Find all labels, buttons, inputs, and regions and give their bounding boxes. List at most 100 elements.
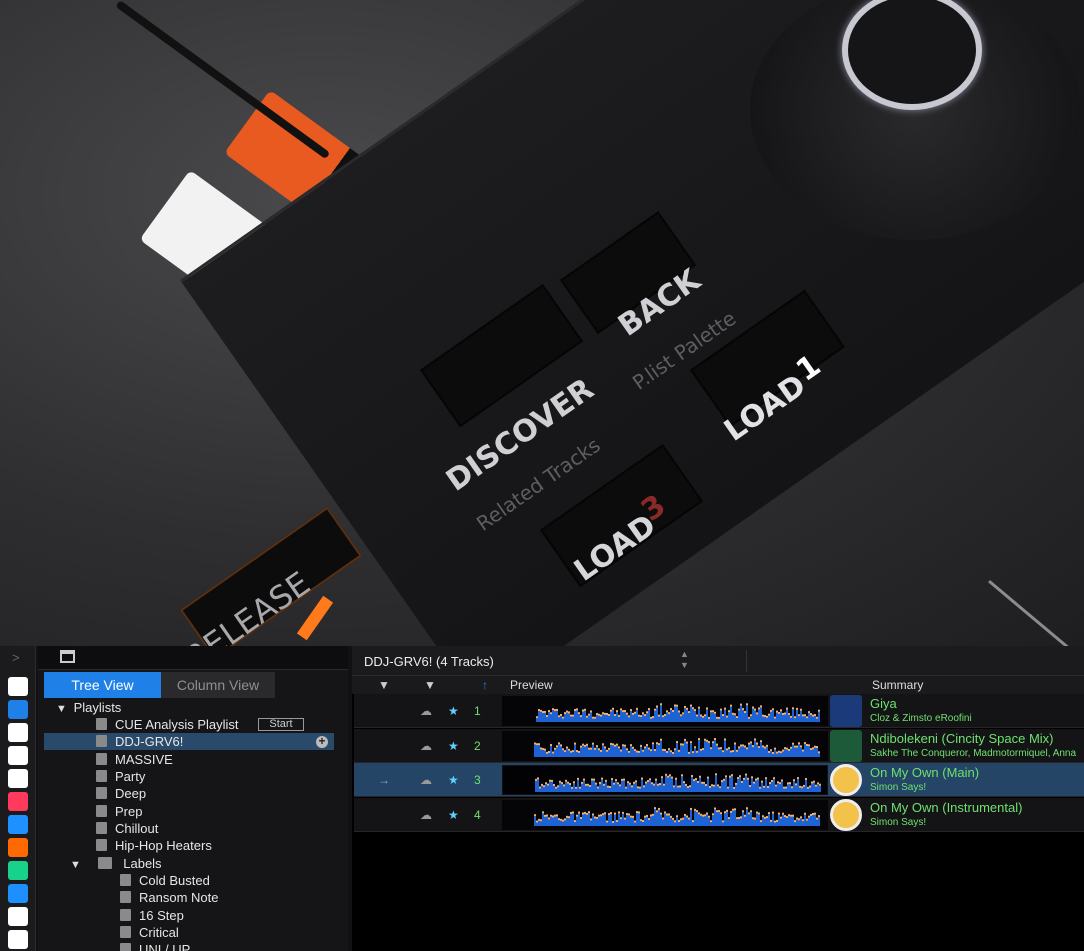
waveform-bar: [756, 813, 758, 826]
waveform-bar: [722, 751, 724, 757]
playlist-label: Chillout: [115, 820, 159, 836]
labels-folder[interactable]: ▼ Labels: [70, 855, 162, 872]
beatsource-icon[interactable]: [8, 861, 28, 880]
waveform-peak: [567, 781, 569, 784]
waveform-peak: [704, 714, 706, 717]
waveform-preview[interactable]: [502, 799, 828, 830]
waveform-peak: [556, 708, 558, 711]
waveform-bar: [724, 739, 726, 757]
waveform-peak: [646, 743, 648, 746]
expand-chevron-icon[interactable]: >: [12, 650, 20, 665]
track-row[interactable]: ☁ ★ 1 Giya Cloz & Zimsto eRoofini: [354, 694, 1084, 728]
track-row[interactable]: → ☁ ★ 3 On My Own (Main) Simon Says!: [354, 763, 1084, 797]
cloud-off-icon[interactable]: ☁: [420, 798, 432, 832]
cloud-off-icon[interactable]: ☁: [420, 763, 432, 797]
playlist-label: 16 Step: [139, 907, 184, 923]
tab-column-view[interactable]: Column View: [161, 672, 275, 698]
waveform-peak: [592, 812, 594, 815]
collapse-triangle-icon[interactable]: ▼: [56, 701, 70, 718]
cloud-off-icon[interactable]: ☁: [420, 729, 432, 763]
waveform-peak: [710, 710, 712, 713]
waveform-peak: [676, 740, 678, 743]
grid-icon[interactable]: [8, 769, 28, 788]
waveform-bar: [733, 788, 735, 792]
waveform-peak: [570, 714, 572, 717]
start-analysis-button[interactable]: Start: [258, 718, 304, 731]
collapse-triangle-icon[interactable]: ▼: [70, 857, 84, 874]
waveform-bar: [608, 814, 610, 826]
collection-icon[interactable]: [8, 700, 28, 719]
waveform-bar: [672, 711, 674, 722]
waveform-peak: [728, 816, 730, 819]
playlist-item[interactable]: Party: [96, 768, 145, 785]
waveform-bar: [817, 784, 819, 792]
waveform-bar: [561, 784, 563, 792]
link-icon[interactable]: [8, 723, 28, 742]
waveform-preview[interactable]: [502, 765, 828, 795]
add-icon[interactable]: +: [316, 735, 328, 748]
waveform-bar: [582, 745, 584, 757]
waveform-peak: [712, 740, 714, 743]
waveform-peak: [694, 709, 696, 712]
bookmark-icon[interactable]: [8, 677, 28, 696]
label-playlist-item[interactable]: 16 Step: [120, 907, 184, 924]
track-row[interactable]: ☁ ★ 4 On My Own (Instrumental) Simon Says!: [354, 797, 1084, 832]
col-preview[interactable]: Preview: [510, 676, 553, 694]
col-summary[interactable]: Summary: [872, 676, 923, 694]
waveform-peak: [803, 784, 805, 787]
streaming-icon[interactable]: [8, 815, 28, 834]
itunes-icon[interactable]: [8, 792, 28, 811]
playlist-item[interactable]: Prep: [96, 803, 142, 820]
waveform-peak: [574, 819, 576, 822]
waveform-bar: [551, 781, 553, 792]
waveform-bar: [536, 822, 538, 826]
waveform-bar: [818, 816, 820, 826]
sort-arrow-icon[interactable]: ↑: [482, 676, 488, 694]
window-icon[interactable]: [60, 650, 75, 663]
rating-star-icon[interactable]: ★: [448, 729, 459, 763]
beatport-icon[interactable]: [8, 884, 28, 903]
waveform-bar: [553, 786, 555, 792]
waveform-peak: [592, 742, 594, 745]
waveform-bar: [732, 714, 734, 722]
track-row[interactable]: ☁ ★ 2 Ndibolekeni (Cincity Space Mix) Sakhe …: [354, 728, 1084, 763]
playlist-item[interactable]: DDJ-GRV6!: [44, 733, 334, 751]
waveform-preview[interactable]: [502, 730, 828, 761]
waveform-peak: [770, 709, 772, 712]
rating-star-icon[interactable]: ★: [448, 694, 459, 728]
playlist-item[interactable]: MASSIVE: [96, 751, 173, 768]
explorer-icon[interactable]: [8, 746, 28, 765]
waveform-bar: [743, 779, 745, 792]
cloud-off-icon[interactable]: ☁: [420, 694, 432, 728]
waveform-bar: [756, 714, 758, 722]
label-playlist-item[interactable]: Critical: [120, 924, 179, 941]
waveform-peak: [716, 716, 718, 719]
waveform-bar: [697, 782, 699, 792]
soundcloud-icon[interactable]: [8, 838, 28, 857]
playlist-item[interactable]: CUE Analysis Playlist: [96, 716, 239, 733]
playlist-item[interactable]: Chillout: [96, 820, 158, 837]
playlist-item[interactable]: Hip-Hop Heaters: [96, 837, 212, 854]
filter-icon[interactable]: ▼: [378, 676, 390, 694]
waveform-peak: [657, 783, 659, 786]
label-playlist-item[interactable]: UNI / UP: [120, 941, 190, 951]
label-playlist-item[interactable]: Cold Busted: [120, 872, 210, 889]
label-playlist-item[interactable]: Ransom Note: [120, 889, 218, 906]
playlists-folder[interactable]: ▼ Playlists: [56, 699, 121, 716]
playlist-item[interactable]: Deep: [96, 785, 146, 802]
filter-icon-2[interactable]: ▼: [424, 676, 436, 694]
waveform-peak: [818, 814, 820, 817]
waveform-peak: [540, 818, 542, 821]
sort-updown-icon[interactable]: ▲ ▼: [680, 649, 689, 671]
tab-tree-view[interactable]: Tree View: [44, 672, 161, 698]
waveform-bar: [740, 746, 742, 757]
waveform-peak: [636, 810, 638, 813]
waveform-peak: [774, 820, 776, 823]
rating-star-icon[interactable]: ★: [448, 798, 459, 832]
waveform-peak: [693, 779, 695, 782]
waveform-preview[interactable]: [502, 696, 828, 726]
rating-star-icon[interactable]: ★: [448, 763, 459, 797]
waveform-peak: [740, 815, 742, 818]
computer-icon[interactable]: [8, 930, 28, 949]
tidal-icon[interactable]: [8, 907, 28, 926]
